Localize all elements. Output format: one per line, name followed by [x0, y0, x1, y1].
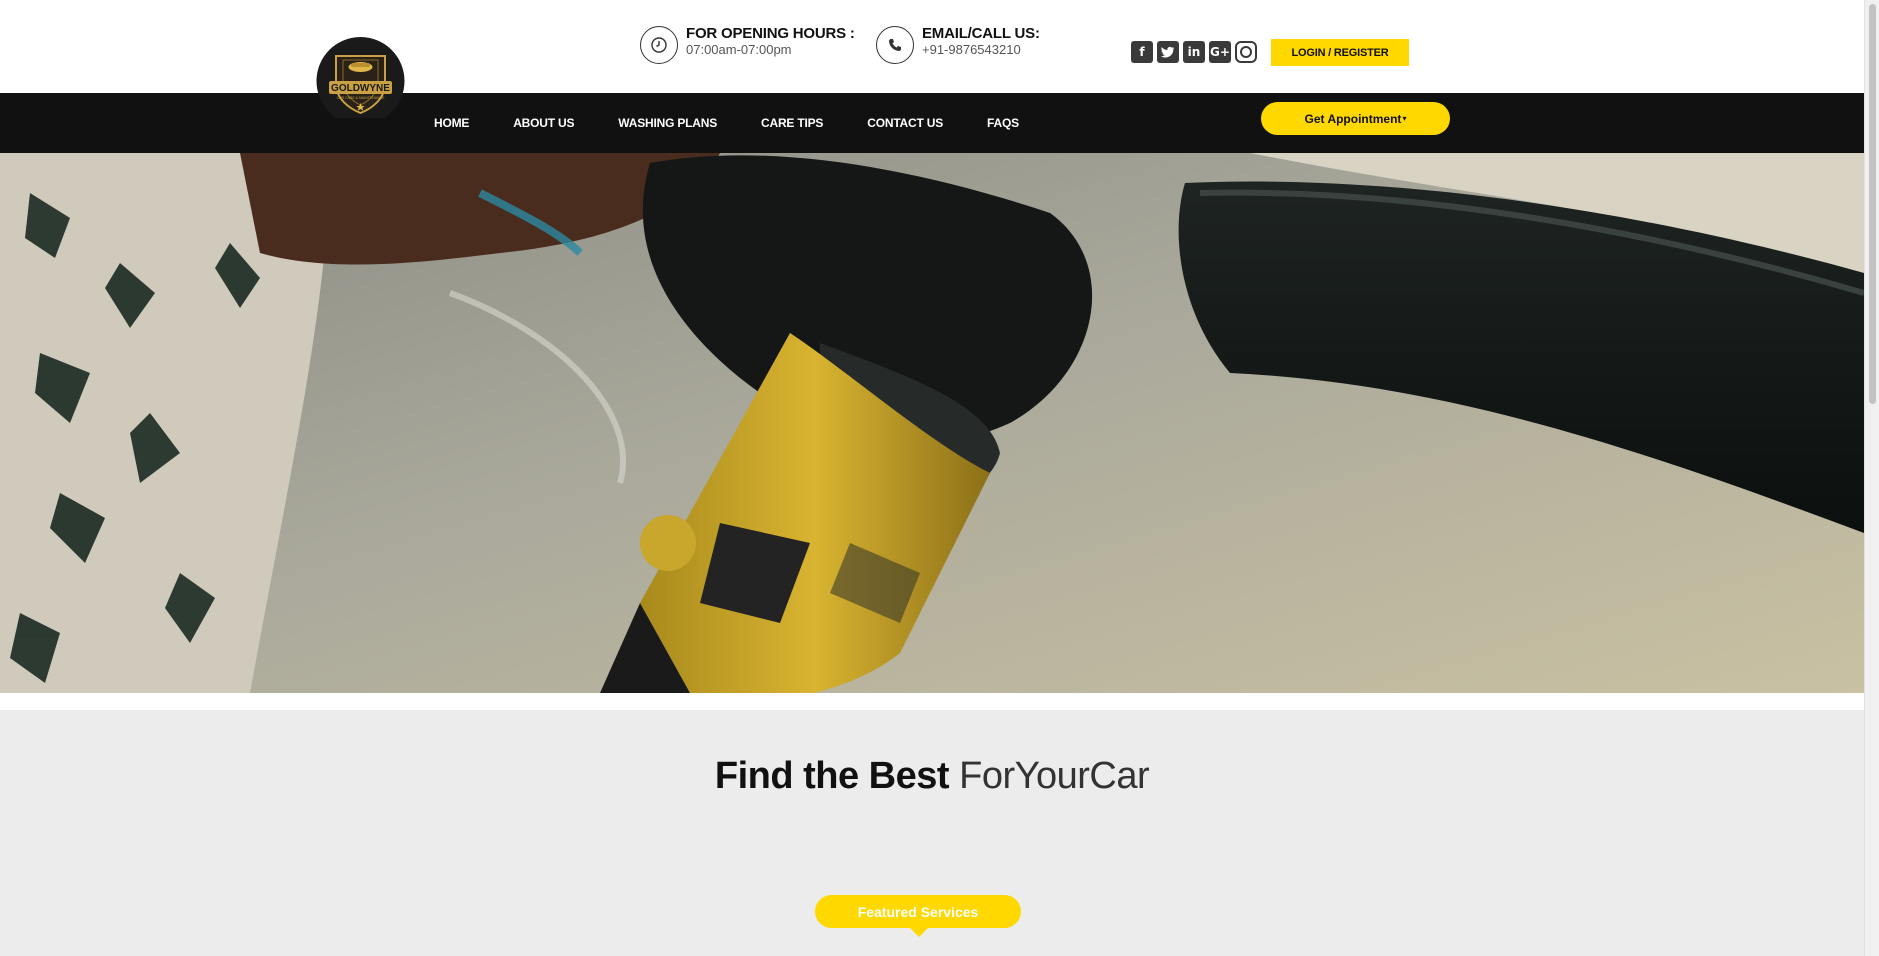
svg-text:CAR CARE & MAINTENANCE: CAR CARE & MAINTENANCE — [337, 96, 386, 100]
linkedin-icon[interactable]: in — [1183, 41, 1205, 63]
opening-hours: FOR OPENING HOURS : 07:00am-07:00pm — [640, 25, 855, 64]
phone-icon — [876, 26, 914, 64]
clock-icon — [640, 26, 678, 64]
get-appointment-button[interactable]: Get Appointment ▾ — [1261, 102, 1450, 135]
appointment-label: Get Appointment — [1304, 111, 1402, 126]
title-light: ForYourCar — [959, 755, 1150, 797]
nav-item-contact-us[interactable]: CONTACT US — [867, 116, 943, 130]
contact-value[interactable]: +91-9876543210 — [922, 42, 1040, 58]
contact-label: EMAIL/CALL US: — [922, 25, 1040, 42]
twitter-icon[interactable] — [1157, 41, 1179, 63]
facebook-icon[interactable]: f — [1131, 41, 1153, 63]
nav-item-washing-plans[interactable]: WASHING PLANS — [618, 116, 717, 130]
services-section: Find the Best ForYourCar Featured Servic… — [0, 710, 1864, 956]
page-scrollbar[interactable] — [1864, 0, 1879, 956]
featured-arrow — [910, 928, 928, 937]
nav-item-faqs[interactable]: FAQS — [987, 116, 1019, 130]
scrollbar-thumb[interactable] — [1869, 4, 1876, 404]
featured-services-badge[interactable]: Featured Services — [815, 895, 1021, 928]
chevron-down-icon: ▾ — [1402, 114, 1407, 123]
hours-label: FOR OPENING HOURS : — [686, 25, 855, 42]
brand-name: GOLDWYNE — [331, 83, 390, 94]
main-navigation: HOME ABOUT US WASHING PLANS CARE TIPS CO… — [0, 93, 1864, 153]
login-register-button[interactable]: LOGIN / REGISTER — [1271, 39, 1409, 66]
hero-banner-image — [0, 153, 1864, 693]
instagram-icon[interactable] — [1235, 41, 1257, 63]
nav-item-about-us[interactable]: ABOUT US — [513, 116, 574, 130]
goldwyne-logo[interactable]: GOLDWYNE CAR CARE & MAINTENANCE — [315, 36, 406, 125]
title-bold: Find the Best — [714, 755, 950, 797]
nav-menu: HOME ABOUT US WASHING PLANS CARE TIPS CO… — [434, 93, 1063, 153]
section-title: Find the Best ForYourCar — [0, 755, 1864, 798]
social-links: f in G+ — [1131, 41, 1257, 63]
contact-info: EMAIL/CALL US: +91-9876543210 — [876, 25, 1040, 64]
top-bar: FOR OPENING HOURS : 07:00am-07:00pm EMAI… — [0, 0, 1864, 93]
nav-item-home[interactable]: HOME — [434, 116, 469, 130]
google-plus-icon[interactable]: G+ — [1209, 41, 1231, 63]
nav-item-care-tips[interactable]: CARE TIPS — [761, 116, 823, 130]
hours-value: 07:00am-07:00pm — [686, 42, 792, 57]
